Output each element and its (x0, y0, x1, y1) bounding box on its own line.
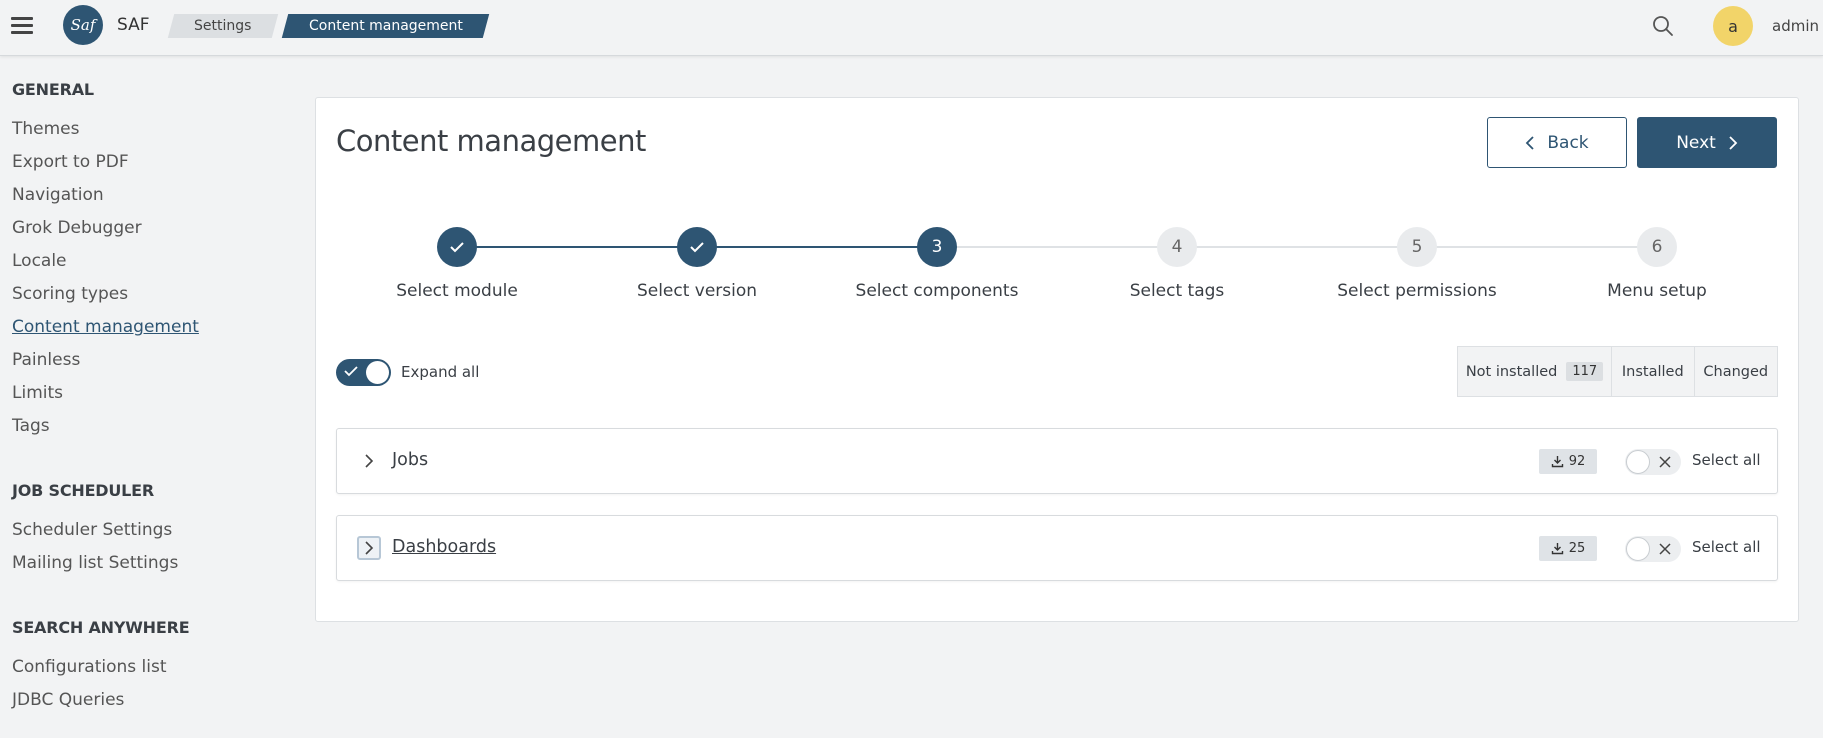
filter-changed-label: Changed (1703, 363, 1769, 380)
page-title: Content management (336, 124, 646, 158)
step-3-circle: 3 (917, 227, 957, 267)
filter-not-installed-label: Not installed (1465, 363, 1558, 380)
breadcrumb-settings[interactable]: Settings (167, 14, 279, 38)
sidebar-item-export-to-pdf[interactable]: Export to PDF (12, 146, 292, 179)
step-6-circle: 6 (1637, 227, 1677, 267)
sidebar-section-general: GENERAL (12, 80, 94, 99)
expand-all-toggle[interactable] (336, 359, 391, 386)
download-icon (1551, 456, 1563, 468)
check-icon (450, 242, 464, 253)
sidebar-item-content-management[interactable]: Content management (12, 311, 292, 344)
download-count-badge: 25 (1539, 536, 1597, 561)
download-count-badge: 92 (1539, 449, 1597, 474)
step-3-label: Select components (855, 281, 1019, 301)
chevron-right-icon[interactable] (357, 449, 381, 473)
toggle-knob (1626, 537, 1650, 561)
sidebar-item-navigation[interactable]: Navigation (12, 179, 292, 212)
step-2-label: Select version (636, 281, 758, 301)
next-button[interactable]: Next (1637, 117, 1777, 168)
breadcrumb-content-management: Content management (281, 14, 490, 38)
search-icon[interactable] (1652, 15, 1674, 37)
app-logo[interactable]: Saf (63, 5, 103, 45)
sidebar-item-themes[interactable]: Themes (12, 113, 292, 146)
username[interactable]: admin (1772, 17, 1819, 35)
select-all-label[interactable]: Select all (1692, 451, 1761, 469)
step-2-circle[interactable] (677, 227, 717, 267)
sidebar-section-job-scheduler: JOB SCHEDULER (12, 481, 155, 500)
breadcrumb-current-label: Content management (308, 18, 463, 34)
back-button[interactable]: Back (1487, 117, 1627, 168)
step-connector (697, 246, 937, 248)
step-1-circle[interactable] (437, 227, 477, 267)
check-icon (344, 366, 358, 377)
chevron-right-icon[interactable] (357, 536, 381, 560)
download-count: 25 (1568, 541, 1586, 556)
step-1-label: Select module (396, 281, 518, 301)
toggle-knob (366, 361, 389, 384)
component-group-jobs: Jobs 92 Select all (336, 428, 1778, 494)
back-button-label: Back (1547, 132, 1589, 153)
close-icon (1659, 543, 1671, 555)
step-connector (1417, 246, 1657, 248)
step-4-circle: 4 (1157, 227, 1197, 267)
sidebar: GENERAL Themes Export to PDF Navigation … (12, 80, 292, 717)
group-title-dashboards[interactable]: Dashboards (392, 537, 496, 557)
sidebar-item-configurations-list[interactable]: Configurations list (12, 651, 292, 684)
sidebar-item-grok-debugger[interactable]: Grok Debugger (12, 212, 292, 245)
sidebar-item-jdbc-queries[interactable]: JDBC Queries (12, 684, 292, 717)
not-installed-count: 117 (1566, 362, 1604, 381)
app-name: SAF (117, 15, 150, 35)
select-all-toggle-dashboards[interactable] (1625, 536, 1681, 562)
chevron-left-icon (1526, 135, 1534, 150)
filter-installed-label: Installed (1621, 363, 1684, 380)
logo-text: Saf (70, 16, 96, 34)
sidebar-item-scoring-types[interactable]: Scoring types (12, 278, 292, 311)
sidebar-item-locale[interactable]: Locale (12, 245, 292, 278)
download-icon (1551, 543, 1563, 555)
next-button-label: Next (1676, 132, 1716, 153)
check-icon (690, 242, 704, 253)
sidebar-item-painless[interactable]: Painless (12, 344, 292, 377)
chevron-right-icon (1729, 135, 1738, 150)
close-icon (1659, 456, 1671, 468)
filter-installed[interactable]: Installed (1612, 347, 1695, 396)
step-5-label: Select permissions (1337, 281, 1497, 301)
step-6-label: Menu setup (1607, 281, 1707, 301)
download-count: 92 (1568, 454, 1586, 469)
sidebar-item-mailing-list-settings[interactable]: Mailing list Settings (12, 547, 292, 580)
step-connector (457, 246, 697, 248)
group-title-jobs[interactable]: Jobs (392, 450, 428, 470)
select-all-label[interactable]: Select all (1692, 538, 1761, 556)
sidebar-item-limits[interactable]: Limits (12, 377, 292, 410)
select-all-toggle-jobs[interactable] (1625, 449, 1681, 475)
avatar[interactable]: a (1713, 6, 1753, 46)
step-connector (937, 246, 1177, 248)
menu-icon[interactable] (11, 16, 33, 34)
step-connector (1177, 246, 1417, 248)
sidebar-section-search-anywhere: SEARCH ANYWHERE (12, 618, 190, 637)
expand-all-label: Expand all (401, 363, 480, 381)
install-status-filter: Not installed 117 Installed Changed (1457, 346, 1778, 397)
toggle-knob (1626, 450, 1650, 474)
filter-not-installed[interactable]: Not installed 117 (1458, 347, 1613, 396)
avatar-letter: a (1728, 16, 1738, 36)
sidebar-item-scheduler-settings[interactable]: Scheduler Settings (12, 514, 292, 547)
top-header: Saf SAF Settings Content management a ad… (0, 0, 1823, 56)
component-group-dashboards: Dashboards 25 Select all (336, 515, 1778, 581)
step-5-circle: 5 (1397, 227, 1437, 267)
breadcrumb-settings-label: Settings (194, 18, 252, 34)
step-4-label: Select tags (1129, 281, 1225, 301)
filter-changed[interactable]: Changed (1695, 347, 1777, 396)
sidebar-item-tags[interactable]: Tags (12, 410, 292, 443)
